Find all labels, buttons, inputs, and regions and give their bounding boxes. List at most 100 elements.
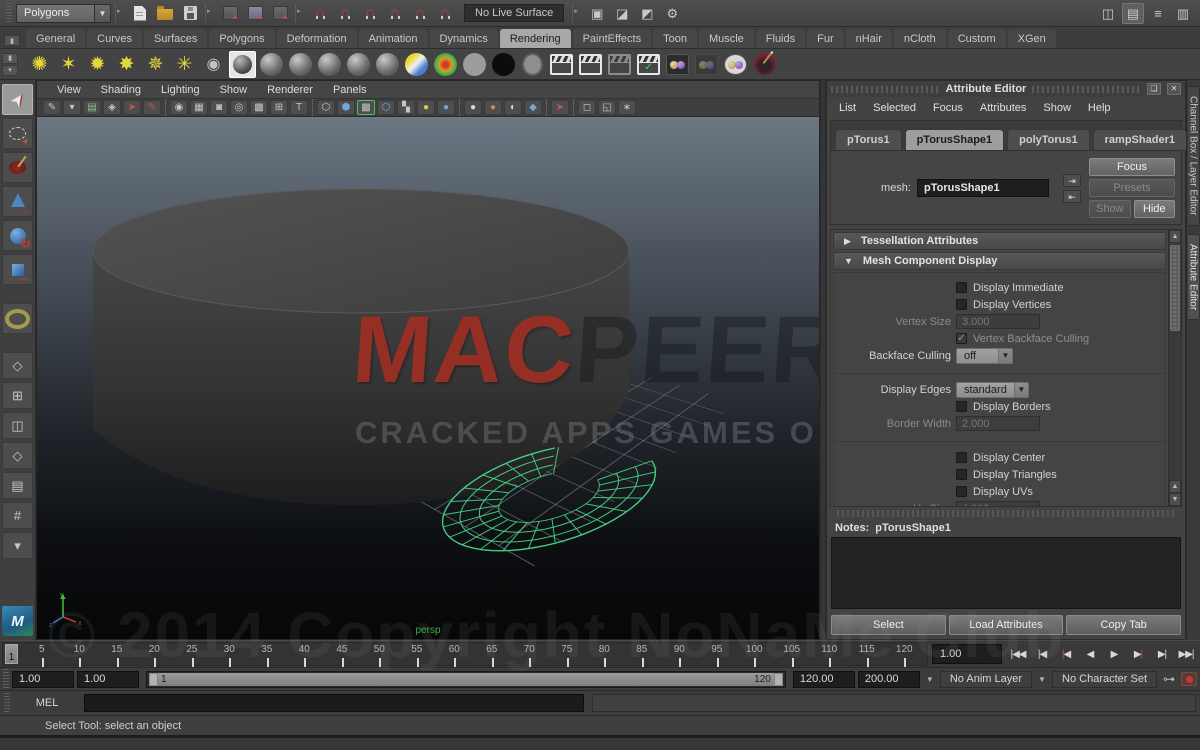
- ambient-light-icon[interactable]: ✹: [84, 51, 111, 78]
- tab-channel-box-layer-editor[interactable]: Channel Box / Layer Editor: [1188, 86, 1200, 226]
- current-frame-marker[interactable]: 1: [5, 644, 18, 664]
- shelf-item-menu-icon[interactable]: ▮: [2, 53, 18, 64]
- viewport-menu-item[interactable]: Show: [220, 84, 248, 96]
- step-back-key-button[interactable]: |◀: [1054, 643, 1078, 665]
- attribute-dropdown[interactable]: standard ▼: [956, 382, 1029, 398]
- menu-item[interactable]: Help: [1088, 102, 1111, 114]
- viewport-menu-item[interactable]: View: [57, 84, 81, 96]
- chevron-down-icon[interactable]: ▼: [1035, 675, 1049, 684]
- drag-handle[interactable]: [6, 3, 12, 23]
- attribute-checkbox[interactable]: Display UVs: [956, 486, 1033, 498]
- shelf-tab[interactable]: Muscle: [699, 29, 754, 48]
- range-slider[interactable]: 1 120: [146, 671, 786, 688]
- copy-tab-button[interactable]: Copy Tab: [1066, 615, 1181, 635]
- layout-custom[interactable]: ▾: [2, 532, 33, 559]
- paint-select-tool[interactable]: [2, 152, 33, 183]
- range-start-handle[interactable]: [149, 673, 158, 686]
- shelf-tab[interactable]: Polygons: [209, 29, 274, 48]
- scene-3d-view[interactable]: MACPEERS CRACKED APPS GAMES OF MAC x y z…: [37, 117, 819, 639]
- go-to-end-button[interactable]: ▶▶|: [1174, 643, 1198, 665]
- node-tab[interactable]: rampShader1: [1093, 129, 1187, 150]
- shadows-icon[interactable]: ●: [437, 100, 455, 115]
- float-panel-icon[interactable]: ❏: [1147, 83, 1161, 95]
- show-button[interactable]: Show: [1089, 200, 1131, 218]
- checkbox[interactable]: [956, 452, 967, 463]
- attribute-editor-toggle-icon[interactable]: ▤: [1122, 3, 1144, 24]
- live-surface-field[interactable]: No Live Surface: [464, 4, 564, 22]
- capture-icon[interactable]: ◱: [598, 100, 616, 115]
- chevron-down-icon[interactable]: ▼: [94, 4, 111, 23]
- isolate-select-icon[interactable]: ◈: [103, 100, 121, 115]
- play-forwards-button[interactable]: ▶: [1102, 643, 1126, 665]
- checkbox[interactable]: [956, 469, 967, 480]
- render-current-frame-shelf-icon[interactable]: [577, 51, 604, 78]
- attribute-dropdown[interactable]: off ▼: [956, 348, 1013, 364]
- directional-light-icon[interactable]: ✸: [113, 51, 140, 78]
- group-divider[interactable]: [295, 4, 305, 22]
- attribute-checkbox[interactable]: Display Vertices: [956, 299, 1051, 311]
- set-key-icon[interactable]: ⊶: [1160, 672, 1178, 686]
- load-input-icon[interactable]: ⇥: [1063, 174, 1081, 187]
- attribute-checkbox[interactable]: Display Immediate: [956, 282, 1063, 294]
- shelf-tab[interactable]: General: [26, 29, 85, 48]
- shelf-tab[interactable]: Toon: [653, 29, 697, 48]
- select-by-hierarchy-icon[interactable]: [219, 3, 241, 24]
- group-divider[interactable]: [205, 4, 215, 22]
- play-backwards-button[interactable]: ◀: [1078, 643, 1102, 665]
- hypershade-icon[interactable]: [664, 51, 691, 78]
- character-set-selector[interactable]: No Character Set: [1052, 671, 1157, 688]
- point-light-icon[interactable]: ✺: [26, 51, 53, 78]
- shelf-tab[interactable]: Custom: [948, 29, 1006, 48]
- spot-light-icon[interactable]: ✶: [55, 51, 82, 78]
- layout-hypershade-persp[interactable]: #: [2, 502, 33, 529]
- view-reference-icon[interactable]: ▤: [83, 100, 101, 115]
- time-slider[interactable]: 1 51015202530354045505560657075808590951…: [2, 642, 928, 666]
- shelf-tab[interactable]: Rendering: [500, 29, 571, 48]
- layout-four-view[interactable]: ⊞: [2, 382, 33, 409]
- attribute-checkbox[interactable]: Vertex Backface Culling: [956, 333, 1089, 345]
- layout-persp-outliner[interactable]: ◫: [2, 412, 33, 439]
- snap-to-grid-icon[interactable]: [309, 3, 331, 24]
- shelf-tab[interactable]: Deformation: [277, 29, 357, 48]
- make-object-live-icon[interactable]: [434, 3, 456, 24]
- share-view-icon[interactable]: ∗: [618, 100, 636, 115]
- shelf-menu-icon[interactable]: ▮: [4, 35, 20, 46]
- shelf-tab[interactable]: Surfaces: [144, 29, 207, 48]
- bookmark-icon[interactable]: ▾: [63, 100, 81, 115]
- grid-toggle-icon[interactable]: ▦: [190, 100, 208, 115]
- shelf-tab[interactable]: Fluids: [756, 29, 805, 48]
- layered-shader-icon[interactable]: [403, 51, 430, 78]
- modeling-toolkit-icon[interactable]: ◫: [1097, 3, 1119, 24]
- open-scene-icon[interactable]: [154, 3, 176, 24]
- anisotropic-material-icon[interactable]: [258, 51, 285, 78]
- layout-single-persp[interactable]: ◇: [2, 352, 33, 379]
- lighting-icon[interactable]: ●: [417, 100, 435, 115]
- attribute-value-field[interactable]: 4.000: [956, 501, 1040, 506]
- group-divider[interactable]: [115, 4, 125, 22]
- attribute-value-field[interactable]: 3.000: [956, 314, 1040, 329]
- phong-e-material-icon[interactable]: [374, 51, 401, 78]
- material-sample-icon[interactable]: [229, 51, 256, 78]
- render-test-resolution-icon[interactable]: [635, 51, 662, 78]
- film-gate-icon[interactable]: ◙: [210, 100, 228, 115]
- layout-persp-hypergraph[interactable]: ▤: [2, 472, 33, 499]
- attribute-checkbox[interactable]: Display Center: [956, 452, 1045, 464]
- paint-3d-tool-icon[interactable]: [751, 51, 778, 78]
- checkbox[interactable]: [956, 486, 967, 497]
- lasso-select-tool[interactable]: [2, 118, 33, 149]
- render-flag-icon[interactable]: [693, 51, 720, 78]
- node-tab[interactable]: polyTorus1: [1007, 129, 1089, 150]
- section-tessellation-attributes[interactable]: ▶ Tessellation Attributes: [833, 232, 1166, 250]
- menu-set-value[interactable]: Polygons: [16, 4, 94, 23]
- phong-material-icon[interactable]: [345, 51, 372, 78]
- drag-handle[interactable]: [4, 693, 10, 713]
- hypershade-window-icon[interactable]: [722, 51, 749, 78]
- snap-to-curve-icon[interactable]: [334, 3, 356, 24]
- scroll-down-icon[interactable]: ▼: [1169, 493, 1181, 506]
- scale-tool[interactable]: [2, 254, 33, 285]
- tool-settings-toggle-icon[interactable]: ≡: [1147, 3, 1169, 24]
- shelf-tab[interactable]: Fur: [807, 29, 844, 48]
- tab-attribute-editor[interactable]: Attribute Editor: [1188, 234, 1200, 320]
- chevron-down-icon[interactable]: ▼: [998, 348, 1013, 364]
- ipr-render-shelf-icon[interactable]: [606, 51, 633, 78]
